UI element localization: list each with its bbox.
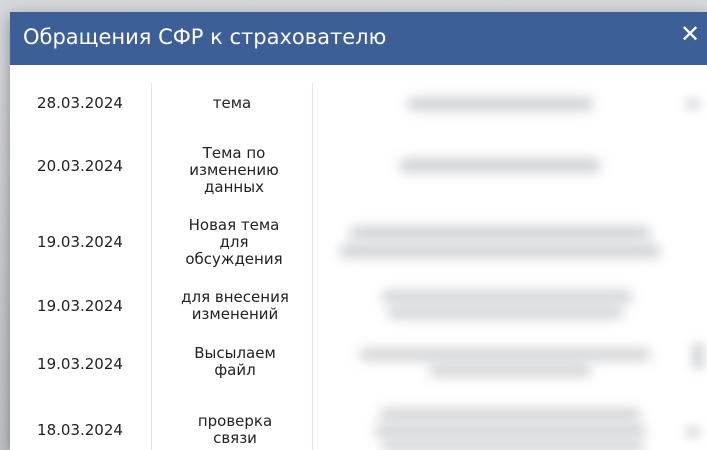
- redacted-content: [350, 227, 650, 239]
- appeal-date: 19.03.2024: [37, 297, 123, 315]
- redacted-content: [430, 365, 590, 376]
- appeal-date: 18.03.2024: [37, 421, 123, 439]
- redacted-content: [375, 425, 645, 436]
- redacted-content: [686, 427, 700, 437]
- redacted-content: [692, 343, 704, 369]
- appeal-topic: для внесения изменений: [181, 288, 289, 323]
- appeal-topic: Высылаем файл: [194, 344, 276, 379]
- appeal-date: 28.03.2024: [37, 94, 123, 112]
- redacted-content: [360, 349, 650, 360]
- table-row[interactable]: 19.03.2024 Высылаем файл: [10, 335, 707, 395]
- redacted-content: [388, 307, 623, 318]
- redacted-content: [408, 98, 593, 110]
- table-row[interactable]: 19.03.2024 для внесения изменений: [10, 277, 707, 331]
- appeals-dialog: Обращения СФР к страхователю ✕ 28.03.202…: [10, 12, 707, 450]
- table-row[interactable]: 28.03.2024 тема: [10, 83, 707, 123]
- appeal-date: 19.03.2024: [37, 233, 123, 251]
- appeal-date: 19.03.2024: [37, 355, 123, 373]
- redacted-content: [400, 159, 600, 172]
- dialog-header: Обращения СФР к страхователю ✕: [10, 12, 707, 65]
- appeal-topic: тема: [212, 94, 252, 112]
- redacted-content: [382, 441, 644, 450]
- table-row[interactable]: 19.03.2024 Новая тема для обсуждения: [10, 203, 707, 271]
- redacted-content: [380, 409, 640, 420]
- table-row[interactable]: 20.03.2024 Тема по изменению данных: [10, 131, 707, 201]
- redacted-content: [382, 291, 632, 302]
- appeal-date: 20.03.2024: [37, 157, 123, 175]
- appeal-topic: проверка связи: [197, 412, 273, 447]
- close-icon[interactable]: ✕: [676, 20, 704, 48]
- appeal-topic: Тема по изменению данных: [189, 144, 279, 196]
- redacted-content: [340, 245, 660, 257]
- appeals-table: 28.03.2024 тема 20.03.2024 Тема по измен…: [10, 65, 707, 450]
- dialog-title: Обращения СФР к страхователю: [23, 25, 387, 49]
- appeal-topic: Новая тема для обсуждения: [185, 216, 283, 268]
- redacted-content: [686, 99, 700, 109]
- table-row[interactable]: 18.03.2024 проверка связи: [10, 397, 707, 450]
